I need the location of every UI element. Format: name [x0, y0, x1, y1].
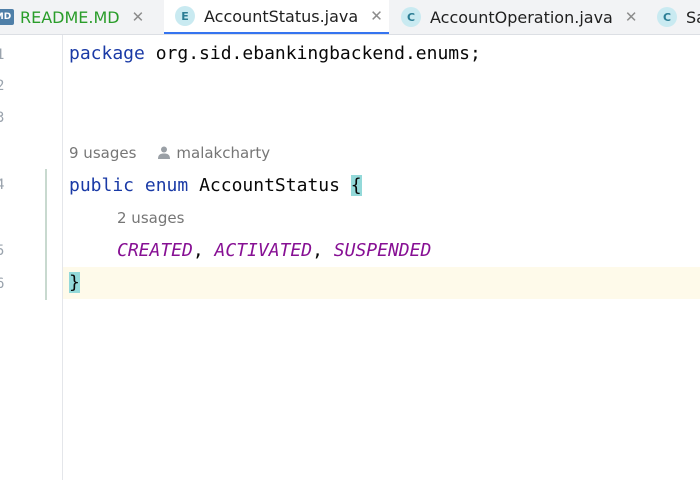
tab-readme[interactable]: MD README.MD ✕ — [0, 0, 160, 34]
separator: , — [312, 240, 334, 261]
code-line-package: package org.sid.ebankingbackend.enums; — [69, 43, 481, 64]
code-line-enum-declaration: public enum AccountStatus { — [69, 175, 362, 196]
enum-keyword: enum — [144, 175, 189, 196]
line-number: 1 — [0, 47, 5, 63]
constants-usages-hint[interactable]: 2 usages — [117, 209, 184, 227]
public-keyword: public — [69, 175, 135, 196]
class-file-icon: C — [401, 7, 421, 27]
tab-label: AccountStatus.java — [204, 6, 359, 26]
tab-accountstatus[interactable]: E AccountStatus.java ✕ — [164, 0, 389, 34]
tab-partial[interactable]: C Sa — [646, 0, 700, 34]
open-brace: { — [350, 175, 362, 196]
class-file-icon: C — [657, 7, 677, 27]
line-number: 6 — [0, 276, 5, 292]
author-hint[interactable]: malakcharty — [176, 144, 270, 162]
usages-hint[interactable]: 9 usages malakcharty — [69, 144, 270, 162]
code-line-closing: } — [69, 272, 80, 293]
close-brace: } — [69, 272, 80, 293]
editor-gutter: 1 2 3 4 5 6 — [0, 35, 63, 480]
package-name: org.sid.ebankingbackend.enums; — [144, 43, 481, 64]
package-keyword: package — [69, 43, 145, 64]
editor-tab-bar: MD README.MD ✕ E AccountStatus.java ✕ C … — [0, 0, 700, 35]
tab-label: AccountOperation.java — [430, 7, 613, 27]
enum-constant-created: CREATED — [117, 240, 193, 261]
current-line-highlight — [63, 267, 700, 299]
line-number: 3 — [0, 110, 5, 126]
code-editor[interactable]: package org.sid.ebankingbackend.enums; 9… — [63, 35, 700, 480]
enum-constant-activated: ACTIVATED — [214, 240, 313, 261]
line-number: 4 — [0, 177, 5, 193]
markdown-file-icon: MD — [0, 9, 14, 25]
code-line-constants: CREATED, ACTIVATED, SUSPENDED — [117, 240, 431, 261]
tab-accountoperation[interactable]: C AccountOperation.java ✕ — [390, 0, 645, 34]
separator: , — [192, 240, 215, 261]
vcs-change-marker[interactable] — [45, 169, 47, 300]
line-number: 2 — [0, 78, 5, 94]
close-icon[interactable]: ✕ — [625, 8, 638, 26]
close-icon[interactable]: ✕ — [370, 7, 383, 25]
close-icon[interactable]: ✕ — [132, 8, 145, 26]
tab-label: README.MD — [20, 7, 120, 27]
enum-constant-suspended: SUSPENDED — [333, 240, 432, 261]
enum-file-icon: E — [175, 6, 195, 26]
line-number: 5 — [0, 243, 5, 259]
tab-label: Sa — [686, 7, 700, 27]
usages-count[interactable]: 9 usages — [69, 144, 136, 162]
user-icon — [158, 146, 171, 159]
enum-name: AccountStatus — [188, 175, 351, 196]
